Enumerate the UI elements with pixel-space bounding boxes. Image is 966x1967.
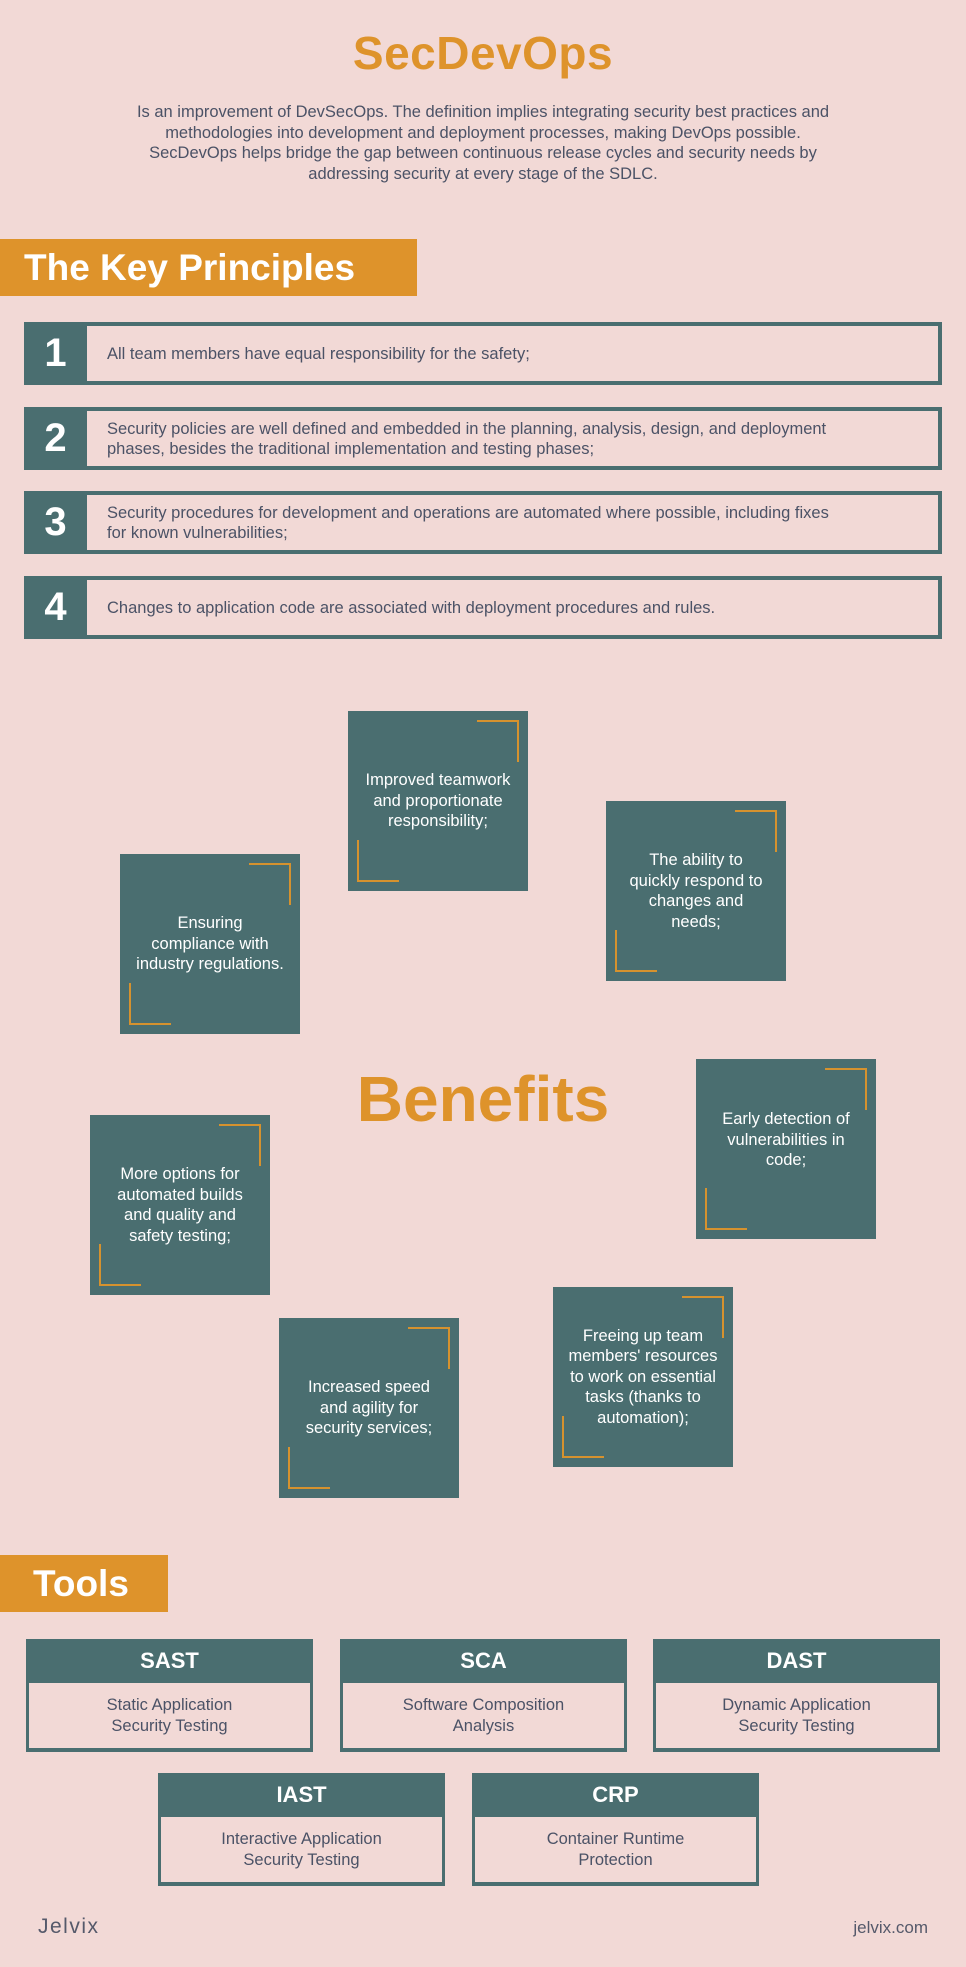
benefit-card: Early detection of vulnerabilities in co… bbox=[696, 1059, 876, 1239]
corner-bracket-icon bbox=[705, 1188, 747, 1230]
corner-bracket-icon bbox=[562, 1416, 604, 1458]
tool-card: DAST Dynamic Application Security Testin… bbox=[653, 1639, 940, 1752]
corner-bracket-icon bbox=[825, 1068, 867, 1110]
benefit-text: Increased speed and agility for security… bbox=[305, 1378, 433, 1438]
tool-description-text: Container Runtime Protection bbox=[546, 1830, 685, 1869]
principle-item: 1 All team members have equal responsibi… bbox=[24, 322, 942, 385]
tool-description: Software Composition Analysis bbox=[343, 1683, 624, 1748]
principle-text: Changes to application code are associat… bbox=[87, 580, 938, 635]
tool-card: SCA Software Composition Analysis bbox=[340, 1639, 627, 1752]
corner-bracket-icon bbox=[682, 1296, 724, 1338]
tool-name: DAST bbox=[766, 1648, 827, 1673]
benefit-text: Freeing up team members' resources to wo… bbox=[568, 1326, 718, 1427]
principle-text: All team members have equal responsibili… bbox=[87, 326, 938, 381]
footer-url[interactable]: jelvix.com bbox=[853, 1918, 928, 1938]
principle-number: 2 bbox=[44, 416, 67, 460]
principle-number: 4 bbox=[44, 585, 67, 629]
corner-bracket-icon bbox=[249, 863, 291, 905]
tool-description: Container Runtime Protection bbox=[475, 1817, 756, 1882]
benefit-card: Ensuring compliance with industry regula… bbox=[120, 854, 300, 1034]
corner-bracket-icon bbox=[357, 840, 399, 882]
tool-description: Static Application Security Testing bbox=[29, 1683, 310, 1748]
corner-bracket-icon bbox=[615, 930, 657, 972]
corner-bracket-icon bbox=[477, 720, 519, 762]
principle-text: Security procedures for development and … bbox=[87, 495, 938, 550]
principle-item: 2 Security policies are well defined and… bbox=[24, 407, 942, 470]
benefit-card: Increased speed and agility for security… bbox=[279, 1318, 459, 1498]
tool-description-text: Static Application Security Testing bbox=[106, 1696, 233, 1735]
jelvix-logo: Jelvix bbox=[38, 1915, 100, 1938]
benefit-card: Freeing up team members' resources to wo… bbox=[553, 1287, 733, 1467]
corner-bracket-icon bbox=[735, 810, 777, 852]
tool-card: CRP Container Runtime Protection bbox=[472, 1773, 759, 1886]
principle-number: 3 bbox=[44, 500, 67, 544]
intro-paragraph: Is an improvement of DevSecOps. The defi… bbox=[136, 103, 830, 183]
tools-heading: Tools bbox=[0, 1555, 168, 1612]
tool-name: SAST bbox=[140, 1648, 199, 1673]
tool-description-text: Interactive Application Security Testing bbox=[221, 1830, 382, 1869]
benefit-card: The ability to quickly respond to change… bbox=[606, 801, 786, 981]
principle-text-content: Security procedures for development and … bbox=[107, 503, 829, 542]
tool-name: SCA bbox=[460, 1648, 507, 1673]
tool-card: IAST Interactive Application Security Te… bbox=[158, 1773, 445, 1886]
benefit-text: Early detection of vulnerabilities in co… bbox=[722, 1110, 850, 1170]
tool-description-text: Dynamic Application Security Testing bbox=[722, 1696, 871, 1735]
principle-item: 3 Security procedures for development an… bbox=[24, 491, 942, 554]
corner-bracket-icon bbox=[129, 983, 171, 1025]
tool-description: Dynamic Application Security Testing bbox=[656, 1683, 937, 1748]
benefit-card: More options for automated builds and qu… bbox=[90, 1115, 270, 1295]
benefit-text: Improved teamwork and proportionate resp… bbox=[365, 771, 511, 831]
corner-bracket-icon bbox=[99, 1244, 141, 1286]
principle-text-content: Security policies are well defined and e… bbox=[107, 419, 827, 458]
principle-number: 1 bbox=[44, 331, 67, 375]
tool-description: Interactive Application Security Testing bbox=[161, 1817, 442, 1882]
corner-bracket-icon bbox=[288, 1447, 330, 1489]
page-title: SecDevOps bbox=[352, 27, 614, 79]
tool-card: SAST Static Application Security Testing bbox=[26, 1639, 313, 1752]
tool-name: IAST bbox=[276, 1782, 327, 1807]
principle-text: Security policies are well defined and e… bbox=[87, 411, 938, 466]
benefit-text: More options for automated builds and qu… bbox=[117, 1165, 243, 1245]
corner-bracket-icon bbox=[219, 1124, 261, 1166]
corner-bracket-icon bbox=[408, 1327, 450, 1369]
benefit-card: Improved teamwork and proportionate resp… bbox=[348, 711, 528, 891]
tool-name: CRP bbox=[592, 1782, 639, 1807]
benefit-text: Ensuring compliance with industry regula… bbox=[136, 914, 284, 974]
principle-item: 4 Changes to application code are associ… bbox=[24, 576, 942, 639]
tool-description-text: Software Composition Analysis bbox=[402, 1696, 565, 1735]
benefit-text: The ability to quickly respond to change… bbox=[629, 851, 763, 931]
key-principles-heading: The Key Principles bbox=[0, 239, 417, 296]
